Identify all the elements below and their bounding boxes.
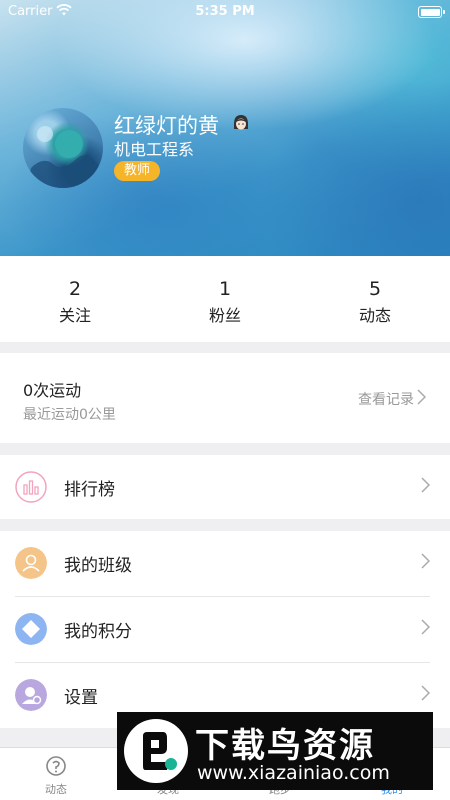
chevron-right-icon [421, 685, 430, 701]
menu-item-ranking[interactable]: 排行榜 [0, 455, 450, 519]
exercise-count: 0次运动 [23, 381, 82, 400]
recent-distance: 最近运动0公里 [23, 407, 116, 423]
menu-label: 我的积分 [64, 622, 132, 642]
stat-label: 关注 [58, 306, 91, 325]
avatar[interactable] [23, 108, 103, 188]
diamond-icon [15, 613, 47, 645]
person-icon [15, 547, 47, 579]
menu-item-my-class[interactable]: 我的班级 [0, 531, 450, 595]
stats-bar: 2 关注 1 粉丝 5 动态 [0, 256, 450, 342]
watermark-title: 下载鸟资源 [195, 726, 375, 766]
stat-value: 2 [68, 278, 82, 300]
menu-group-main: 我的班级 我的积分 设置 [0, 531, 450, 728]
tab-moments[interactable]: 动态 [0, 748, 112, 800]
menu-group-ranking: 排行榜 [0, 455, 450, 519]
menu-label: 设置 [64, 688, 98, 708]
exercise-summary-card: 0次运动 最近运动0公里 查看记录 [0, 353, 450, 443]
chevron-right-icon [421, 619, 430, 635]
menu-item-my-points[interactable]: 我的积分 [0, 597, 450, 661]
avatar-art [27, 126, 99, 188]
watermark-url: www.xiazainiao.com [197, 762, 390, 784]
department: 机电工程系 [114, 140, 195, 159]
stat-value: 5 [368, 278, 382, 300]
watermark-overlay: 下载鸟资源 www.xiazainiao.com [117, 712, 433, 790]
menu-label: 我的班级 [64, 556, 132, 576]
chevron-right-icon [421, 477, 430, 493]
chevron-right-icon [417, 389, 426, 405]
chevron-right-icon [421, 553, 430, 569]
stat-posts[interactable]: 5 动态 [300, 256, 450, 342]
bar-chart-icon [15, 471, 47, 503]
profile-header: Carrier 5:35 PM 红绿灯的黄 机电工程系 教师 [0, 0, 450, 256]
clock: 5:35 PM [195, 4, 255, 19]
menu-label: 排行榜 [64, 480, 115, 500]
stat-following[interactable]: 2 关注 [0, 256, 150, 342]
status-bar: Carrier 5:35 PM [0, 0, 450, 24]
settings-avatar-icon [15, 679, 47, 711]
role-badge: 教师 [114, 161, 161, 181]
tab-label: 动态 [45, 783, 67, 796]
view-records-link[interactable]: 查看记录 [358, 389, 414, 409]
bird-logo-icon [124, 719, 188, 783]
stat-followers[interactable]: 1 粉丝 [150, 256, 300, 342]
battery-icon [418, 6, 445, 18]
stat-label: 粉丝 [208, 306, 241, 325]
moments-icon [46, 756, 66, 776]
stat-label: 动态 [358, 306, 391, 325]
girl-face-icon [234, 115, 248, 130]
stat-value: 1 [218, 278, 232, 300]
